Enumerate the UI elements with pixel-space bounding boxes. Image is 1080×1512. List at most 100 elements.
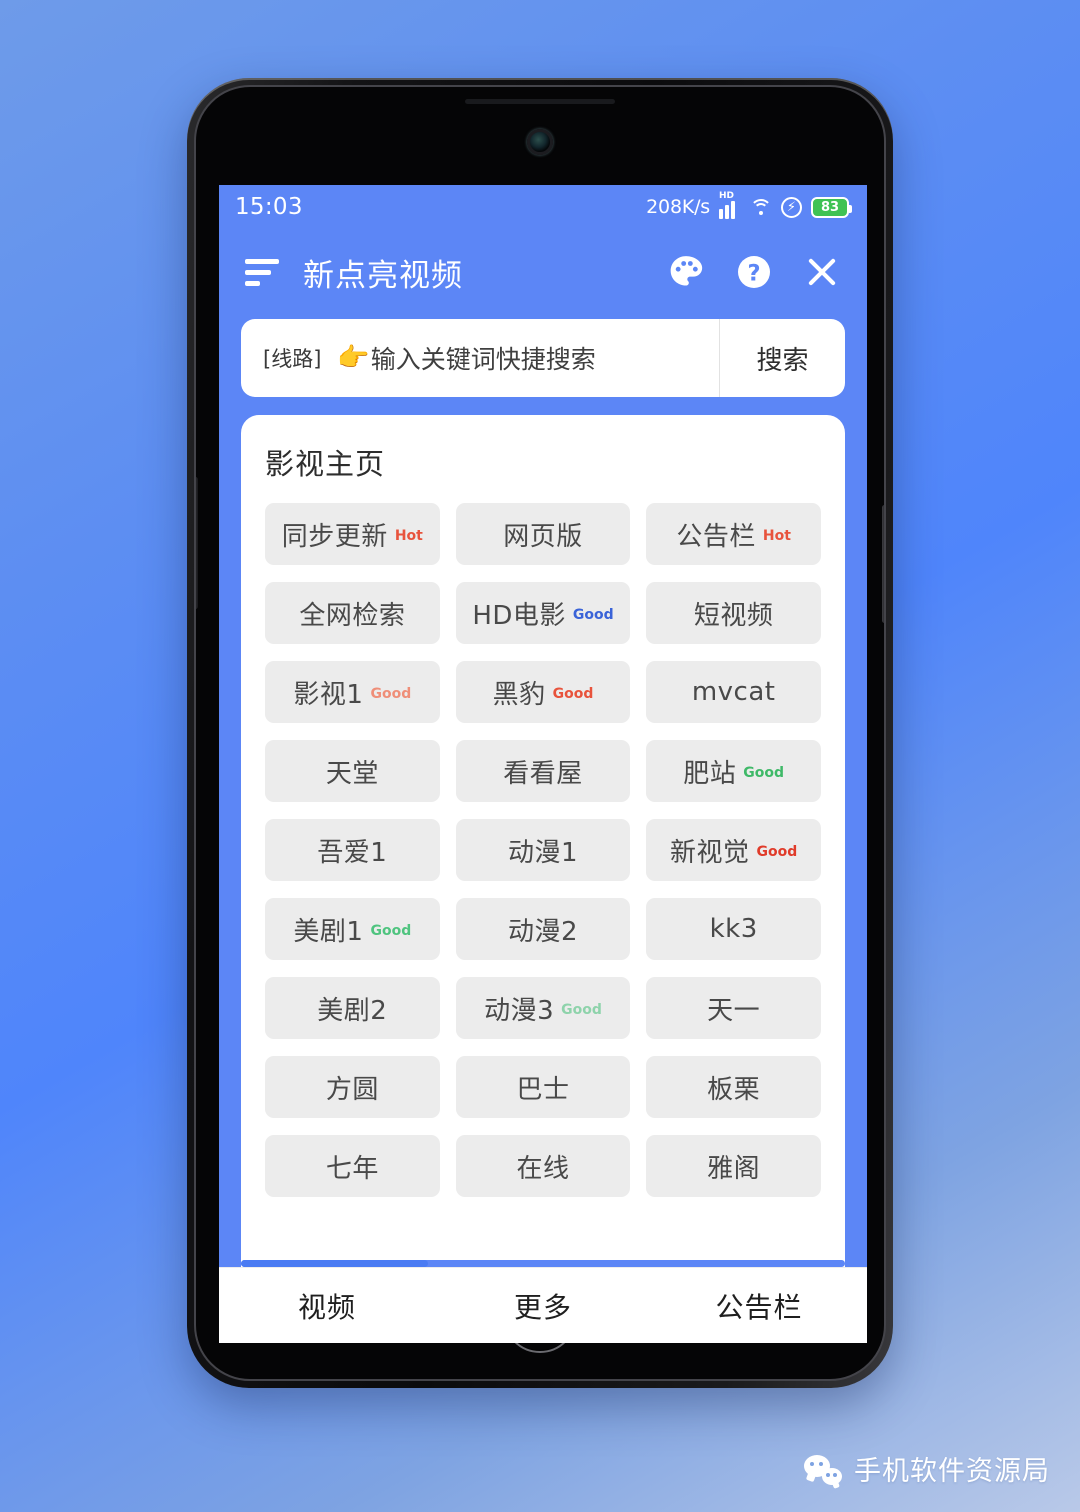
tile-button[interactable]: 动漫2: [455, 898, 631, 960]
page-title: 新点亮视频: [303, 257, 463, 294]
watermark: 手机软件资源局: [804, 1449, 1050, 1488]
tile-label: 全网检索: [299, 600, 406, 631]
tile-button[interactable]: 七年: [265, 1135, 440, 1197]
phone-bezel: 15:03 208K/s HD ⚡ 83 新点亮视频 ? [线路] 👉 输入关键…: [194, 85, 886, 1381]
tile-label: 动漫3: [484, 995, 555, 1026]
tile-button[interactable]: 美剧1 Good: [265, 898, 440, 960]
bottom-nav: 视频 更多 公告栏: [219, 1267, 867, 1343]
palette-icon[interactable]: [663, 249, 709, 295]
tile-label: 公告栏: [676, 521, 756, 552]
tile-button[interactable]: 方圆: [265, 1056, 440, 1118]
network-speed-label: 208K/s: [646, 196, 710, 218]
tile-badge: Hot: [394, 528, 423, 544]
scroll-progress-bar[interactable]: [241, 1260, 845, 1267]
tile-button[interactable]: 新视觉 Good: [646, 819, 821, 881]
tile-label: 天一: [707, 995, 761, 1026]
tile-button[interactable]: 板栗: [646, 1056, 821, 1118]
tile-button[interactable]: 肥站 Good: [646, 740, 821, 802]
tile-button[interactable]: 在线: [455, 1135, 631, 1197]
tile-label: 网页版: [503, 521, 583, 552]
tile-button[interactable]: 动漫3 Good: [455, 977, 631, 1039]
hd-label: HD: [719, 191, 735, 201]
tile-label: 七年: [325, 1153, 379, 1184]
tile-button[interactable]: 黑豹 Good: [455, 661, 631, 723]
content-card: 影视主页 同步更新 Hot 网页版 公告栏 Hot 全网检索 HD电影 Good 短视频 影视1 G…: [241, 415, 845, 1267]
pointing-hand-icon: 👉: [337, 343, 370, 373]
tile-button[interactable]: 动漫1: [455, 819, 631, 881]
tile-label: 影视1: [293, 679, 364, 710]
tile-label: 新视觉: [670, 837, 750, 868]
tile-button[interactable]: 巴士: [455, 1056, 631, 1118]
tile-button[interactable]: 天一: [646, 977, 821, 1039]
tile-label: 美剧2: [317, 995, 388, 1026]
svg-text:?: ?: [747, 261, 760, 287]
status-icons: 208K/s HD ⚡ 83: [646, 191, 852, 219]
front-camera: [527, 129, 553, 155]
status-clock: 15:03: [235, 194, 303, 220]
tile-button[interactable]: 雅阁: [646, 1135, 821, 1197]
phone-frame: 15:03 208K/s HD ⚡ 83 新点亮视频 ? [线路] 👉 输入关键…: [187, 78, 893, 1388]
tile-label: 板栗: [707, 1074, 761, 1105]
tile-label: kk3: [709, 914, 758, 944]
tile-button[interactable]: 吾爱1: [265, 819, 440, 881]
tile-label: 肥站: [683, 758, 737, 789]
tile-grid: 同步更新 Hot 网页版 公告栏 Hot 全网检索 HD电影 Good 短视频 影视1 Good 黑豹…: [265, 503, 821, 1197]
close-icon[interactable]: [799, 249, 845, 295]
content-area: 影视主页 同步更新 Hot 网页版 公告栏 Hot 全网检索 HD电影 Good 短视频 影视1 G…: [219, 397, 867, 1267]
status-bar: 15:03 208K/s HD ⚡ 83: [219, 185, 867, 229]
nav-item-公告栏[interactable]: 公告栏: [651, 1286, 867, 1326]
tile-label: 看看屋: [503, 758, 583, 789]
wechat-icon: [804, 1453, 842, 1485]
tile-label: 美剧1: [293, 916, 364, 947]
app-bar: 新点亮视频 ?: [219, 229, 867, 315]
phone-screen: 15:03 208K/s HD ⚡ 83 新点亮视频 ? [线路] 👉 输入关键…: [219, 185, 867, 1343]
search-bar: [线路] 👉 输入关键词快捷搜索 搜索: [241, 319, 845, 397]
tile-badge: Hot: [762, 528, 791, 544]
signal-icon: HD: [719, 191, 741, 219]
watermark-text: 手机软件资源局: [854, 1456, 1050, 1487]
tile-label: 雅阁: [707, 1153, 761, 1184]
tile-badge: Good: [370, 686, 412, 702]
tile-badge: Good: [572, 607, 614, 623]
volume-button[interactable]: [196, 477, 198, 609]
help-icon[interactable]: ?: [731, 249, 777, 295]
search-input[interactable]: [线路] 👉 输入关键词快捷搜索: [241, 319, 719, 397]
battery-icon: 83: [811, 196, 852, 218]
earpiece-speaker: [465, 99, 615, 104]
route-tag-label: [线路]: [263, 347, 322, 371]
tile-button[interactable]: 公告栏 Hot: [646, 503, 821, 565]
tile-label: 巴士: [516, 1074, 570, 1105]
tile-button[interactable]: 短视频: [646, 582, 821, 644]
tile-badge: Good: [756, 844, 798, 860]
tile-button[interactable]: 美剧2: [265, 977, 440, 1039]
tile-badge: Good: [370, 923, 412, 939]
tile-button[interactable]: 看看屋: [455, 740, 631, 802]
nav-item-更多[interactable]: 更多: [435, 1286, 651, 1326]
tile-label: 短视频: [693, 600, 774, 631]
tile-label: 吾爱1: [317, 837, 388, 868]
tile-button[interactable]: 网页版: [455, 503, 631, 565]
search-button[interactable]: 搜索: [719, 319, 845, 397]
search-placeholder-text: 输入关键词快捷搜索: [370, 345, 596, 374]
tile-label: 黑豹: [492, 679, 546, 710]
wifi-icon: [750, 198, 772, 216]
power-button[interactable]: [882, 505, 884, 623]
tile-button[interactable]: mvcat: [646, 661, 821, 723]
tile-label: 天堂: [325, 758, 379, 789]
tile-button[interactable]: HD电影 Good: [455, 582, 631, 644]
tile-button[interactable]: 同步更新 Hot: [265, 503, 440, 565]
tile-label: 方圆: [325, 1074, 379, 1105]
tile-button[interactable]: 天堂: [265, 740, 440, 802]
tile-button[interactable]: kk3: [646, 898, 821, 960]
tile-label: HD电影: [472, 600, 566, 631]
tile-badge: Good: [552, 686, 594, 702]
charging-bolt-icon: ⚡: [781, 196, 802, 218]
menu-icon[interactable]: [245, 258, 281, 286]
tile-button[interactable]: 全网检索: [265, 582, 440, 644]
tile-badge: Good: [743, 765, 785, 781]
tile-badge: Good: [561, 1002, 602, 1018]
tile-label: 在线: [516, 1153, 570, 1184]
nav-item-视频[interactable]: 视频: [219, 1286, 435, 1326]
search-placeholder: 👉 输入关键词快捷搜索: [337, 340, 595, 376]
tile-button[interactable]: 影视1 Good: [265, 661, 440, 723]
